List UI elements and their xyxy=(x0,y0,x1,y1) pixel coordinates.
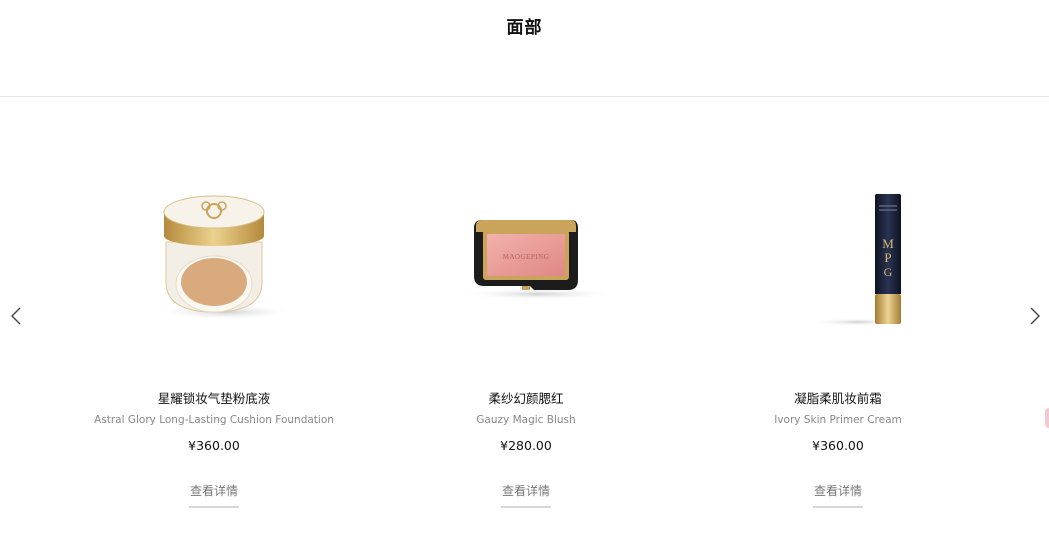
side-float-button[interactable] xyxy=(1045,408,1049,428)
product-name: 星耀锁妆气垫粉底液 xyxy=(157,391,271,406)
svg-text:P: P xyxy=(884,250,891,265)
product-name-en: Ivory Skin Primer Cream xyxy=(774,414,902,426)
chevron-right-icon xyxy=(1030,307,1040,325)
view-details-button[interactable]: 查看详情 xyxy=(189,482,239,508)
carousel-next-button[interactable] xyxy=(1025,305,1045,327)
view-details-button[interactable]: 查看详情 xyxy=(813,482,863,508)
product-card[interactable]: MAOGEPING 柔纱幻颜腮红 Gauzy Magic Blush ¥280.… xyxy=(376,160,676,520)
product-name-en: Gauzy Magic Blush xyxy=(476,414,576,426)
product-name: 凝脂柔肌妆前霜 xyxy=(794,391,882,406)
product-card[interactable]: M P G 凝脂柔肌妆前霜 Ivory Skin Primer Cream ¥3… xyxy=(688,160,988,520)
svg-text:M: M xyxy=(882,236,894,251)
product-card[interactable]: 星耀锁妆气垫粉底液 Astral Glory Long-Lasting Cush… xyxy=(64,160,364,520)
product-price: ¥280.00 xyxy=(500,438,552,453)
product-price: ¥360.00 xyxy=(812,438,864,453)
svg-text:MAOGEPING: MAOGEPING xyxy=(503,253,550,261)
page-title: 面部 xyxy=(506,18,543,38)
cushion-compact-icon[interactable] xyxy=(114,182,314,332)
chevron-left-icon xyxy=(11,307,21,325)
blush-palette-icon[interactable]: MAOGEPING xyxy=(426,182,626,332)
page-header: 面部 xyxy=(0,0,1049,97)
carousel-prev-button[interactable] xyxy=(7,305,27,327)
product-price: ¥360.00 xyxy=(188,438,240,453)
product-name: 柔纱幻颜腮红 xyxy=(488,391,564,406)
view-details-button[interactable]: 查看详情 xyxy=(501,482,551,508)
svg-text:G: G xyxy=(884,265,893,279)
primer-tube-icon[interactable]: M P G xyxy=(738,182,938,332)
product-name-en: Astral Glory Long-Lasting Cushion Founda… xyxy=(94,414,334,426)
